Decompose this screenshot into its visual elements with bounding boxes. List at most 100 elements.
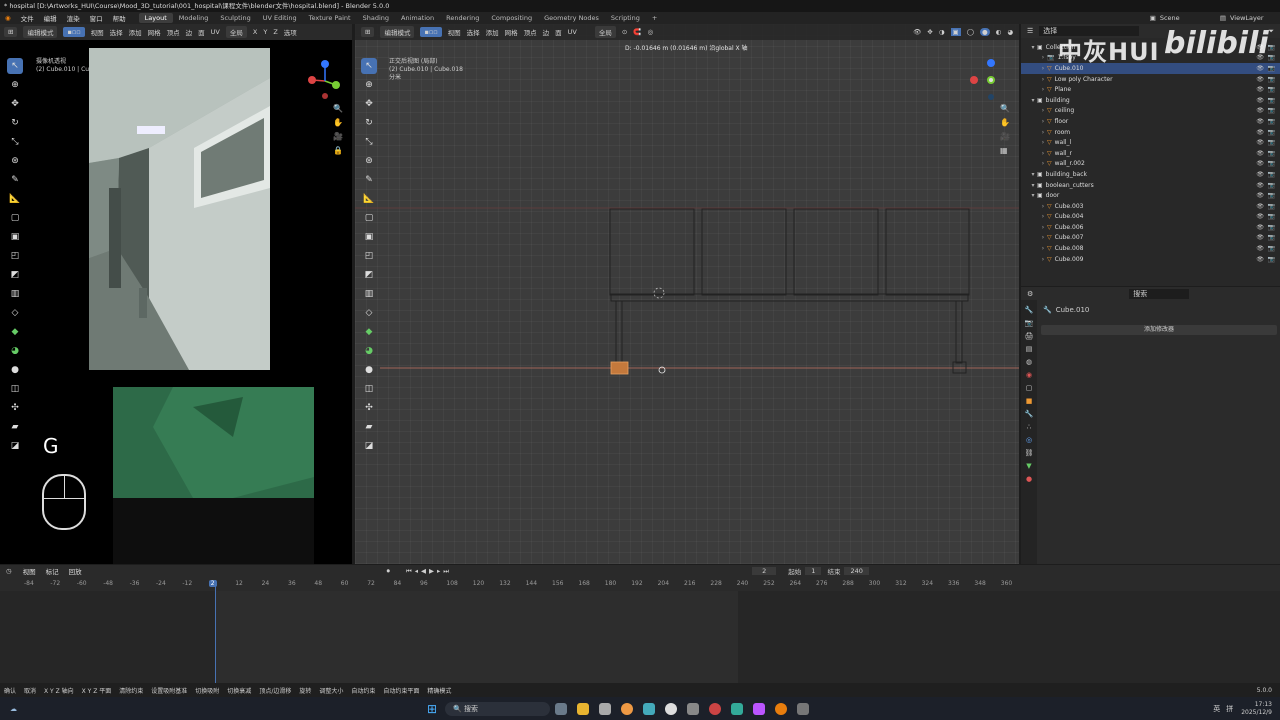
menu-edit[interactable]: 编辑 — [39, 13, 62, 23]
menu-view[interactable]: 视图 — [91, 27, 104, 37]
object-tab-icon[interactable]: ■ — [1026, 397, 1033, 405]
menu-add-main[interactable]: 添加 — [486, 27, 499, 37]
snap-icon[interactable]: 🧲 — [633, 28, 641, 36]
outliner-row[interactable]: › ▽ wall_r.002 👁 📷 — [1021, 159, 1280, 170]
outliner-row[interactable]: ▾ ▣ building_back 👁 📷 — [1021, 169, 1280, 180]
menu-face[interactable]: 面 — [198, 27, 205, 37]
render-camera-icon[interactable]: 📷 — [1268, 213, 1275, 220]
knife-tool-icon[interactable]: ◇ — [7, 305, 23, 321]
visibility-eye-icon[interactable]: 👁 — [1256, 203, 1264, 210]
app-icon-5[interactable] — [643, 702, 656, 715]
current-frame-field[interactable]: 2 — [752, 567, 777, 575]
view-layer-tab-icon[interactable]: ▤ — [1026, 345, 1033, 353]
axis-x[interactable]: X — [253, 28, 257, 36]
output-tab-icon[interactable]: 🖨 — [1025, 332, 1034, 340]
start-frame-field[interactable]: 1 — [805, 567, 822, 575]
tab-animation[interactable]: Animation — [395, 13, 440, 23]
visibility-eye-icon[interactable]: 👁 — [1256, 171, 1264, 178]
end-frame-field[interactable]: 240 — [844, 567, 869, 575]
loopcut-tool-icon[interactable]: ▥ — [7, 286, 23, 302]
menu-select[interactable]: 选择 — [110, 27, 123, 37]
overlay-icon[interactable]: ◑ — [939, 28, 945, 36]
expand-arrow-icon[interactable]: › — [1039, 150, 1047, 157]
scene-selector[interactable]: Scene — [1160, 14, 1220, 22]
tab-layout[interactable]: Layout — [138, 13, 173, 23]
timeline-menu-marker[interactable]: 标记 — [41, 566, 64, 576]
expand-arrow-icon[interactable]: ▾ — [1029, 97, 1037, 104]
menu-render[interactable]: 渲染 — [62, 13, 85, 23]
lang-indicator[interactable]: 英 — [1213, 704, 1220, 714]
menu-help[interactable]: 帮助 — [108, 13, 131, 23]
viewlayer-selector[interactable]: ViewLayer — [1230, 14, 1280, 22]
menu-window[interactable]: 窗口 — [85, 13, 108, 23]
timeline-menu-playback[interactable]: 回放 — [64, 566, 87, 576]
timeline-editor-icon[interactable]: ◷ — [6, 567, 12, 575]
menu-vertex-main[interactable]: 顶点 — [524, 27, 537, 37]
select-tool-icon[interactable]: ↖ — [7, 58, 23, 74]
render-camera-icon[interactable]: 📷 — [1268, 65, 1275, 72]
outliner-row[interactable]: › ▽ floor 👁 📷 — [1021, 116, 1280, 127]
constraints-tab-icon[interactable]: ⛓ — [1025, 449, 1034, 457]
expand-arrow-icon[interactable]: › — [1039, 86, 1047, 93]
expand-arrow-icon[interactable]: ▾ — [1029, 182, 1037, 189]
expand-arrow-icon[interactable]: › — [1039, 107, 1047, 114]
menu-uv-main[interactable]: UV — [568, 28, 577, 36]
shading-wireframe-icon[interactable]: ◯ — [967, 28, 974, 36]
render-camera-icon[interactable]: 📷 — [1268, 86, 1275, 93]
app-icon-9[interactable] — [731, 702, 744, 715]
menu-mesh-main[interactable]: 网格 — [505, 27, 518, 37]
tab-geometry-nodes[interactable]: Geometry Nodes — [538, 13, 605, 23]
options-menu[interactable]: 选项 — [284, 27, 297, 37]
visibility-eye-icon[interactable]: 👁 — [1256, 150, 1264, 157]
clock[interactable]: 17:13 2025/12/9 — [1241, 701, 1272, 717]
select-mode-buttons-main[interactable]: ▪▫▫ — [420, 27, 442, 37]
menu-edge[interactable]: 边 — [186, 27, 193, 37]
expand-arrow-icon[interactable]: › — [1039, 129, 1047, 136]
expand-arrow-icon[interactable]: › — [1039, 203, 1047, 210]
render-camera-icon[interactable]: 📷 — [1268, 256, 1275, 263]
transform-tool-icon[interactable]: ⊛ — [7, 153, 23, 169]
add-modifier-button[interactable]: 添加修改器 — [1041, 325, 1277, 335]
expand-arrow-icon[interactable]: ▾ — [1029, 192, 1037, 199]
outliner-row[interactable]: › ▽ ceiling 👁 📷 — [1021, 106, 1280, 117]
tab-rendering[interactable]: Rendering — [440, 13, 485, 23]
rotate-tool-icon[interactable]: ↻ — [7, 115, 23, 131]
bevel-tool-icon[interactable]: ◩ — [7, 267, 23, 283]
windows-start-icon[interactable]: ⊞ — [427, 702, 437, 716]
widgets-icon[interactable]: ☁ — [10, 705, 17, 713]
outliner-row[interactable]: › ▽ room 👁 📷 — [1021, 127, 1280, 138]
menu-mesh[interactable]: 网格 — [148, 27, 161, 37]
expand-arrow-icon[interactable]: › — [1039, 245, 1047, 252]
lock-icon[interactable]: 🔒 — [333, 146, 343, 155]
properties-search[interactable]: 搜索 — [1129, 288, 1190, 299]
spin-tool-icon[interactable]: ◕ — [7, 343, 23, 359]
material-tab-icon[interactable]: ● — [1026, 475, 1032, 483]
expand-arrow-icon[interactable]: › — [1039, 234, 1047, 241]
menu-uv[interactable]: UV — [211, 28, 220, 36]
shading-solid-icon[interactable]: ● — [979, 28, 990, 36]
render-camera-icon[interactable]: 📷 — [1268, 76, 1275, 83]
render-camera-icon[interactable]: 📷 — [1268, 203, 1275, 210]
collection-tab-icon[interactable]: ▢ — [1026, 384, 1033, 392]
visibility-eye-icon[interactable]: 👁 — [1256, 224, 1264, 231]
expand-arrow-icon[interactable]: › — [1039, 65, 1047, 72]
app-icon-10[interactable] — [753, 702, 766, 715]
navigation-gizmo[interactable] — [302, 58, 348, 106]
visibility-eye-icon[interactable]: 👁 — [1256, 245, 1264, 252]
render-camera-icon[interactable]: 📷 — [1268, 150, 1275, 157]
render-camera-icon[interactable]: 📷 — [1268, 118, 1275, 125]
pan-hand-icon-main[interactable]: ✋ — [1000, 118, 1010, 127]
move-tool-icon[interactable]: ✥ — [7, 96, 23, 112]
visibility-eye-icon[interactable]: 👁 — [1256, 234, 1264, 241]
zoom-icon-main[interactable]: 🔍 — [1000, 104, 1010, 113]
app-icon-3[interactable] — [599, 702, 612, 715]
menu-add[interactable]: 添加 — [129, 27, 142, 37]
menu-edge-main[interactable]: 边 — [543, 27, 550, 37]
extrude-tool-icon[interactable]: ▣ — [7, 229, 23, 245]
visibility-eye-icon[interactable]: 👁 — [1256, 118, 1264, 125]
shrink-tool-icon[interactable]: ✣ — [7, 400, 23, 416]
outliner-row[interactable]: ▾ ▣ door 👁 📷 — [1021, 190, 1280, 201]
smooth-tool-icon[interactable]: ● — [7, 362, 23, 378]
playback-controls[interactable]: ⏮◂◀▶▸⏭ — [406, 567, 452, 576]
properties-editor-icon[interactable]: ⚙ — [1027, 290, 1033, 298]
